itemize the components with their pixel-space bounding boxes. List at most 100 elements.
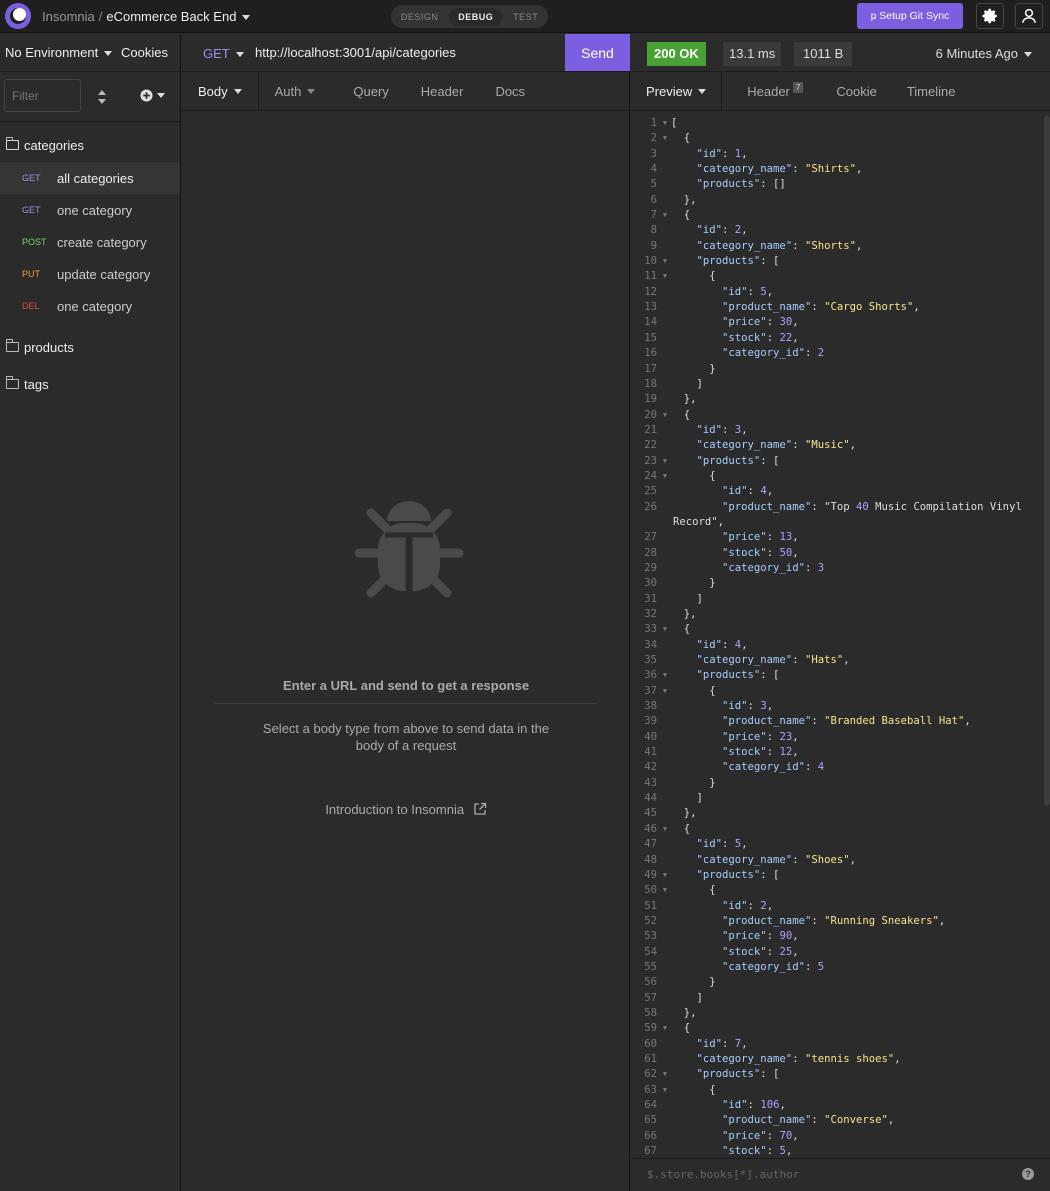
send-button[interactable]: Send bbox=[565, 34, 630, 71]
setup-git-sync-button[interactable]: ҏ Setup Git Sync bbox=[857, 3, 963, 29]
add-item-button[interactable] bbox=[140, 87, 166, 103]
code-line: 48 "category_name": "Shoes", bbox=[631, 853, 1043, 868]
git-sync-label: Setup Git Sync bbox=[879, 10, 950, 22]
tab-label: Query bbox=[353, 83, 389, 99]
line-number: 26 bbox=[644, 500, 657, 513]
code-text: "category_name": "Shoes", bbox=[696, 853, 856, 866]
fold-caret-icon[interactable]: ▼ bbox=[659, 668, 671, 683]
settings-button[interactable] bbox=[976, 3, 1004, 29]
url-input[interactable]: http://localhost:3001/api/categories bbox=[255, 45, 456, 60]
code-line: 17 } bbox=[631, 362, 1043, 377]
fold-caret-icon[interactable]: ▼ bbox=[659, 1083, 671, 1098]
line-number: 55 bbox=[644, 960, 657, 973]
fold-caret-icon[interactable]: ▼ bbox=[659, 684, 671, 699]
code-text: } bbox=[671, 577, 716, 590]
code-line: 56 } bbox=[631, 975, 1043, 990]
code-text: { bbox=[671, 132, 691, 145]
mode-test-tab[interactable]: TEST bbox=[504, 8, 547, 26]
fold-caret-icon[interactable]: ▼ bbox=[659, 131, 671, 146]
response-body-viewer[interactable]: 1 ▼[2 ▼ {3 "id": 1, 4 "category_name": "Shi… bbox=[631, 116, 1043, 1158]
fold-gutter bbox=[659, 546, 671, 561]
tab-preview[interactable]: Preview bbox=[631, 72, 723, 110]
sidebar-request-delete-category[interactable]: DEL one category bbox=[0, 290, 180, 322]
code-text: "category_id": 5 bbox=[722, 960, 825, 973]
line-number: 56 bbox=[644, 976, 657, 989]
account-button[interactable] bbox=[1015, 3, 1043, 29]
fold-caret-icon[interactable]: ▼ bbox=[659, 269, 671, 284]
fold-caret-icon[interactable]: ▼ bbox=[659, 254, 671, 269]
code-text: "stock": 12, bbox=[722, 746, 799, 759]
tab-body[interactable]: Body bbox=[182, 72, 259, 110]
code-text: }, bbox=[671, 393, 697, 406]
line-number: 19 bbox=[644, 393, 657, 406]
code-line: 29 "category_id": 3 bbox=[631, 561, 1043, 576]
sidebar-request-all-categories[interactable]: GET all categories bbox=[0, 162, 180, 194]
empty-state-title: Enter a URL and send to get a response bbox=[282, 678, 530, 693]
tab-docs[interactable]: Docs bbox=[479, 72, 541, 110]
code-line: 23 ▼ "products": [ bbox=[631, 454, 1043, 469]
fold-gutter bbox=[659, 806, 671, 821]
chevron-down-icon bbox=[698, 88, 707, 94]
chevron-down-icon[interactable] bbox=[242, 15, 251, 21]
method-selector[interactable]: GET bbox=[203, 46, 244, 61]
tab-cookie[interactable]: Cookie bbox=[818, 72, 891, 110]
mode-debug-tab[interactable]: DEBUG bbox=[449, 7, 503, 26]
code-line: 35 "category_name": "Hats", bbox=[631, 653, 1043, 668]
scrollbar[interactable] bbox=[1044, 116, 1050, 806]
code-line: 12 "id": 5, bbox=[631, 285, 1043, 300]
intro-link[interactable]: Introduction to Insomnia bbox=[182, 802, 630, 817]
code-line: 42 "category_id": 4 bbox=[631, 760, 1043, 775]
sort-icon[interactable] bbox=[96, 89, 108, 105]
fold-caret-icon[interactable]: ▼ bbox=[659, 454, 671, 469]
code-line: 67 "stock": 5, bbox=[631, 1144, 1043, 1158]
code-line: 7 ▼ { bbox=[631, 208, 1043, 223]
line-number: 62 bbox=[644, 1068, 657, 1081]
fold-caret-icon[interactable]: ▼ bbox=[659, 1067, 671, 1082]
line-number: 7 bbox=[650, 209, 657, 222]
tab-auth[interactable]: Auth bbox=[259, 72, 332, 110]
response-history-dropdown[interactable]: 6 Minutes Ago bbox=[936, 46, 1032, 61]
mode-design-tab[interactable]: DESIGN bbox=[392, 8, 448, 26]
sidebar-filter-input[interactable] bbox=[4, 79, 81, 112]
insomnia-logo-icon[interactable] bbox=[5, 3, 31, 29]
sidebar-folder-products[interactable]: products bbox=[0, 330, 180, 364]
fold-caret-icon[interactable]: ▼ bbox=[659, 868, 671, 883]
code-line: 19 }, bbox=[631, 392, 1043, 407]
git-branch-icon: ҏ bbox=[870, 11, 877, 22]
fold-caret-icon[interactable]: ▼ bbox=[659, 822, 671, 837]
line-number: 4 bbox=[650, 163, 657, 176]
line-number: 64 bbox=[644, 1099, 657, 1111]
sidebar-folder-categories[interactable]: categories bbox=[0, 128, 180, 162]
code-text: "stock": 22, bbox=[722, 331, 799, 344]
breadcrumb-workspace[interactable]: eCommerce Back End bbox=[106, 9, 236, 24]
tab-header[interactable]: Header bbox=[405, 72, 480, 110]
fold-gutter bbox=[659, 929, 671, 944]
help-icon[interactable]: ? bbox=[1022, 1168, 1034, 1180]
fold-gutter bbox=[659, 638, 671, 653]
fold-caret-icon[interactable]: ▼ bbox=[659, 208, 671, 223]
sidebar-request-one-category[interactable]: GET one category bbox=[0, 194, 180, 226]
chevron-down-icon bbox=[157, 92, 165, 98]
cookies-button[interactable]: Cookies bbox=[121, 45, 168, 60]
breadcrumb-app[interactable]: Insomnia bbox=[42, 9, 95, 24]
code-text: "category_id": 2 bbox=[722, 347, 825, 360]
response-filter-input[interactable]: $.store.books[*].author bbox=[647, 1168, 799, 1181]
tab-label: Preview bbox=[646, 83, 693, 99]
tab-query[interactable]: Query bbox=[331, 72, 404, 110]
tab-timeline[interactable]: Timeline bbox=[892, 72, 971, 110]
fold-caret-icon[interactable]: ▼ bbox=[659, 1021, 671, 1036]
sidebar-folder-tags[interactable]: tags bbox=[0, 367, 180, 401]
fold-caret-icon[interactable]: ▼ bbox=[659, 408, 671, 423]
fold-caret-icon[interactable]: ▼ bbox=[659, 883, 671, 898]
sidebar-request-update-category[interactable]: PUT update category bbox=[0, 258, 180, 290]
line-number: 41 bbox=[644, 746, 657, 759]
fold-caret-icon[interactable]: ▼ bbox=[659, 116, 671, 131]
code-text: } bbox=[671, 776, 716, 789]
fold-caret-icon[interactable]: ▼ bbox=[659, 469, 671, 484]
code-text: } bbox=[671, 976, 716, 989]
environment-selector[interactable]: No Environment bbox=[5, 45, 113, 60]
fold-caret-icon[interactable]: ▼ bbox=[659, 622, 671, 637]
sidebar-request-create-category[interactable]: POST create category bbox=[0, 226, 180, 258]
tab-response-header[interactable]: Header 7 bbox=[722, 72, 818, 110]
code-text: "category_id": 3 bbox=[722, 561, 825, 574]
